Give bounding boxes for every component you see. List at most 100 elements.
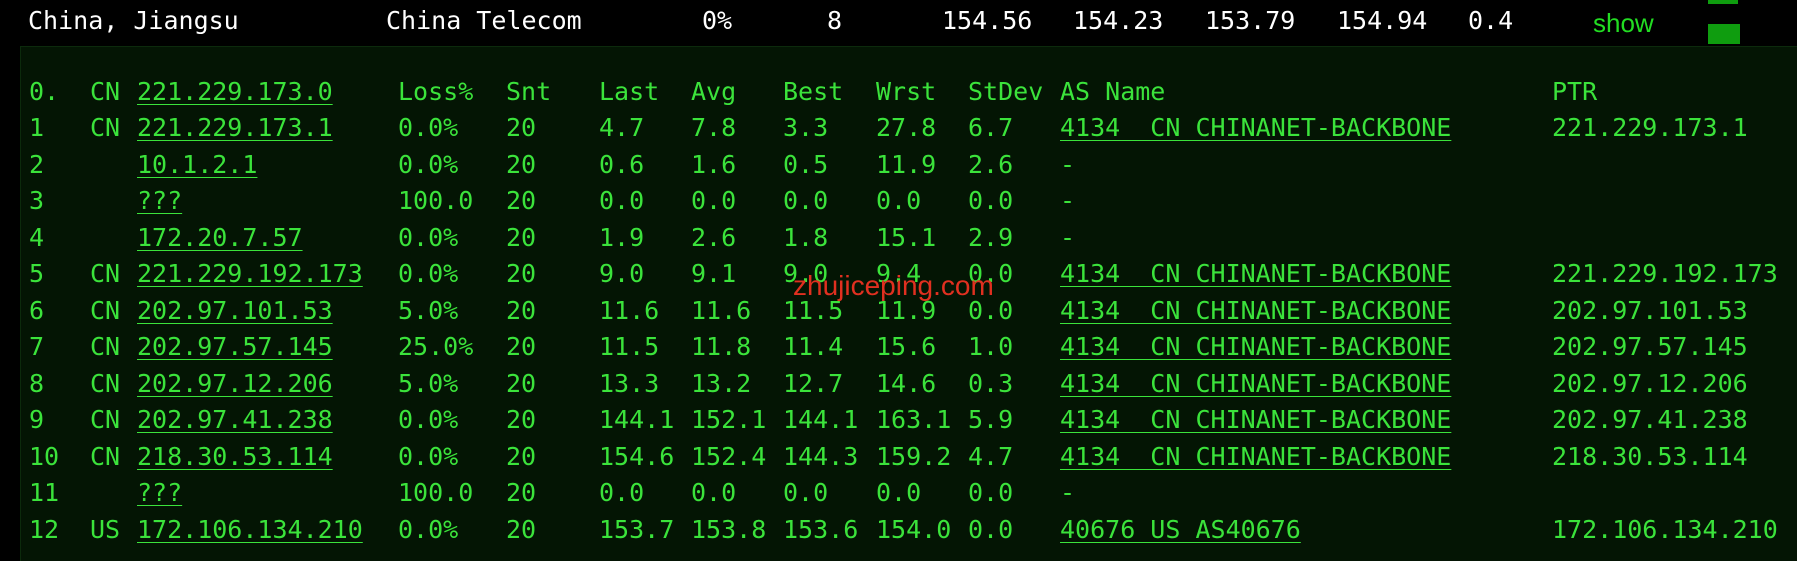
hop-stdev: 2.9 — [968, 222, 1014, 252]
hop-avg: 1.6 — [691, 149, 737, 179]
hop-row: 9 CN 202.97.41.238 0.0% 20 144.1 152.1 144.1 163… — [21, 405, 1797, 441]
hop-snt: 20 — [506, 113, 537, 142]
hop-last: 13.3 — [599, 368, 660, 398]
hop-row: 7 CN 202.97.57.145 25.0% 20 11.5 11.8 11.4 15.6 1… — [21, 332, 1797, 368]
hop-index: 6 — [29, 295, 45, 325]
watermark-text: zhujiceping.com — [793, 270, 994, 301]
hop-last: 0.6 — [599, 149, 645, 179]
hop-country: CN — [90, 295, 121, 325]
hop-as-name-link[interactable]: 4134 CN CHINANET-BACKBONE — [1060, 332, 1451, 361]
hop-snt: 20 — [506, 478, 537, 507]
hop-row: 11??? 100.0 20 0.0 0.0 0.0 0.0 0.0 - — [21, 478, 1797, 514]
hop-snt: 20 — [506, 405, 537, 434]
hop-best: 1.8 — [783, 222, 829, 252]
hop-as-name-link[interactable]: 4134 CN CHINANET-BACKBONE — [1060, 113, 1451, 142]
hop-avg: 153.8 — [691, 514, 767, 544]
hop-host-link[interactable]: 172.106.134.210 — [137, 515, 363, 544]
hop-loss: 0.0% — [398, 514, 459, 544]
hop-snt: 20 — [506, 149, 537, 179]
hop-as-name-link[interactable]: 4134 CN CHINANET-BACKBONE — [1060, 296, 1451, 325]
hop-as-name-link[interactable]: 4134 CN CHINANET-BACKBONE — [1060, 259, 1451, 288]
hop-last: 4.7 — [599, 113, 645, 142]
hop-as-name-link: - — [1060, 149, 1076, 179]
hop-index: 12 — [29, 514, 60, 544]
hop-loss: 5.0% — [398, 295, 459, 325]
hop-avg: 11.8 — [691, 332, 752, 361]
hop-as-name-link[interactable]: 4134 CN CHINANET-BACKBONE — [1060, 405, 1451, 434]
hop-country: CN — [90, 259, 121, 288]
hop-ptr: 218.30.53.114 — [1552, 441, 1748, 471]
show-link[interactable]: show — [1593, 8, 1654, 39]
hop-as-name-link: - — [1060, 478, 1076, 507]
hop-wrst: 163.1 — [876, 405, 952, 434]
hop-wrst: 159.2 — [876, 441, 952, 471]
header-index: 0. — [29, 77, 60, 106]
hop-host-link[interactable]: ??? — [137, 186, 182, 215]
hop-loss: 100.0 — [398, 478, 474, 507]
hop-last: 154.6 — [599, 441, 675, 471]
hop-as-name-link[interactable]: 40676 US AS40676 — [1060, 515, 1301, 544]
hop-best: 12.7 — [783, 368, 844, 398]
hop-index: 11 — [29, 478, 60, 507]
hop-best: 11.4 — [783, 332, 844, 361]
hop-snt: 20 — [506, 295, 537, 325]
hop-ptr: 221.229.173.1 — [1552, 113, 1748, 142]
header-as-name: AS Name — [1060, 77, 1166, 106]
hop-stdev: 2.6 — [968, 149, 1014, 179]
hop-snt: 20 — [506, 441, 537, 471]
hop-avg: 152.1 — [691, 405, 767, 434]
hop-index: 4 — [29, 222, 45, 252]
hop-host-link[interactable]: 202.97.57.145 — [137, 332, 333, 361]
hop-host-link[interactable]: 202.97.12.206 — [137, 369, 333, 398]
hop-last: 144.1 — [599, 405, 675, 434]
header-host-link[interactable]: 221.229.173.0 — [137, 77, 333, 106]
hop-last: 11.5 — [599, 332, 660, 361]
hop-host-link[interactable]: ??? — [137, 478, 182, 507]
hop-loss: 0.0% — [398, 259, 459, 288]
hop-row: 3??? 100.0 20 0.0 0.0 0.0 0.0 0.0 - — [21, 186, 1797, 222]
hop-ptr: 202.97.57.145 — [1552, 332, 1748, 361]
hop-loss: 25.0% — [398, 332, 474, 361]
hop-stdev: 0.0 — [968, 186, 1014, 215]
header-loss: Loss% — [398, 77, 474, 106]
hop-index: 5 — [29, 259, 45, 288]
header-ptr: PTR — [1552, 77, 1598, 106]
hop-host-link[interactable]: 202.97.41.238 — [137, 405, 333, 434]
hop-loss: 5.0% — [398, 368, 459, 398]
hop-as-name-link: - — [1060, 186, 1076, 215]
hop-avg: 13.2 — [691, 368, 752, 398]
hop-row: 1 CN 221.229.173.1 0.0% 20 4.7 7.8 3.3 27.8 6.7 41… — [21, 113, 1797, 149]
hop-host-link[interactable]: 10.1.2.1 — [137, 150, 257, 179]
header-snt: Snt — [506, 77, 552, 106]
hop-wrst: 27.8 — [876, 113, 937, 142]
hop-stdev: 1.0 — [968, 332, 1014, 361]
hop-best: 144.1 — [783, 405, 859, 434]
hop-wrst: 15.6 — [876, 332, 937, 361]
hop-snt: 20 — [506, 332, 537, 361]
hop-country: US — [90, 514, 121, 544]
hop-host-link[interactable]: 221.229.192.173 — [137, 259, 363, 288]
hop-as-name-link[interactable]: 4134 CN CHINANET-BACKBONE — [1060, 442, 1451, 471]
hop-host-link[interactable]: 221.229.173.1 — [137, 113, 333, 142]
hop-row: 2 10.1.2.1 0.0% 20 0.6 1.6 0.5 11.9 2.6 - — [21, 150, 1797, 186]
hop-country: CN — [90, 332, 121, 361]
hop-index: 2 — [29, 149, 45, 179]
hop-index: 3 — [29, 186, 45, 215]
hop-host-link[interactable]: 172.20.7.57 — [137, 223, 303, 252]
hop-host-link[interactable]: 218.30.53.114 — [137, 442, 333, 471]
hop-as-name-link[interactable]: 4134 CN CHINANET-BACKBONE — [1060, 369, 1451, 398]
summary-value-2: 154.23 — [1073, 6, 1164, 35]
hop-index: 8 — [29, 368, 45, 398]
summary-value-5: 0.4 — [1468, 6, 1514, 35]
hop-snt: 20 — [506, 186, 537, 215]
hop-country: CN — [90, 441, 121, 471]
hop-index: 7 — [29, 332, 45, 361]
hop-loss: 0.0% — [398, 113, 459, 142]
header-last: Last — [599, 77, 660, 106]
hop-host-link[interactable]: 202.97.101.53 — [137, 296, 333, 325]
hop-wrst: 14.6 — [876, 368, 937, 398]
hop-stdev: 0.0 — [968, 514, 1014, 544]
hop-last: 153.7 — [599, 514, 675, 544]
hop-row: 10 CN 218.30.53.114 0.0% 20 154.6 152.4 144.3 15… — [21, 442, 1797, 478]
hop-avg: 9.1 — [691, 259, 737, 288]
